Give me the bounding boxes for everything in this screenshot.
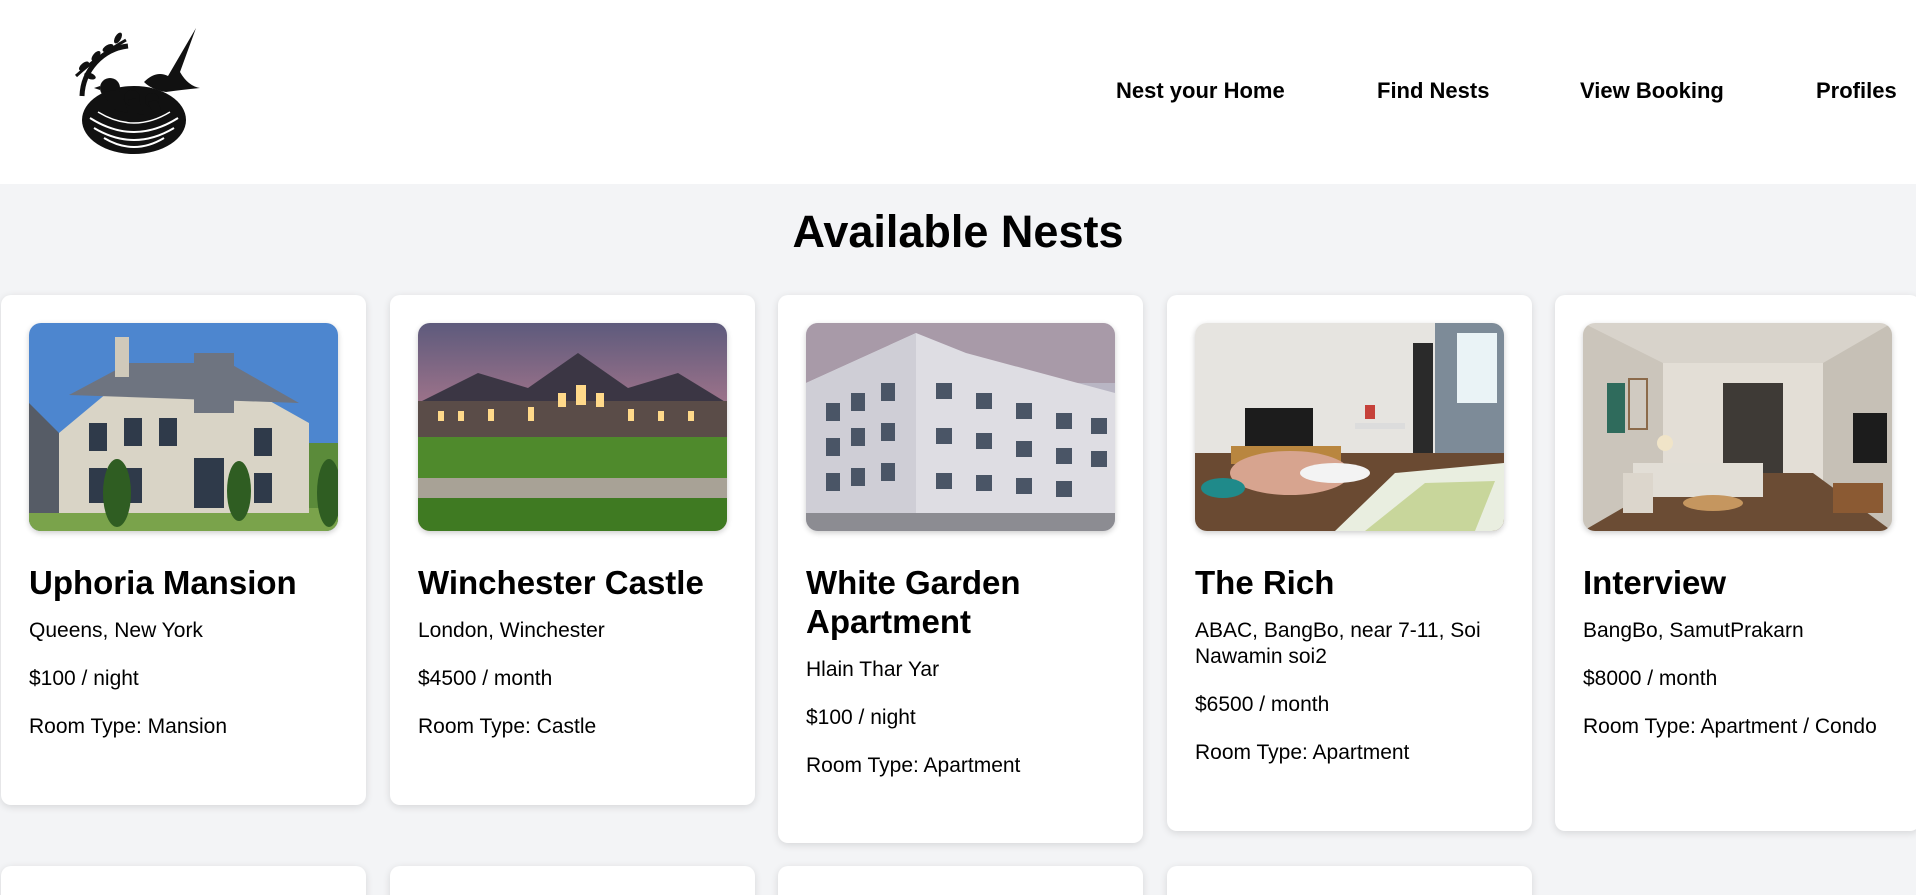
listing-name: The Rich (1195, 564, 1335, 601)
listing-card[interactable] (778, 866, 1143, 895)
listing-name: White Garden Apartment (806, 564, 1021, 640)
nav-view-booking[interactable]: View Booking (1580, 78, 1724, 104)
listing-name: Uphoria Mansion (29, 564, 297, 601)
listing-price: $100 / night (29, 667, 139, 690)
listing-name: Interview (1583, 564, 1727, 601)
listing-location: ABAC, BangBo, near 7-11, Soi Nawamin soi… (1195, 619, 1481, 668)
bird-nest-logo-icon[interactable] (68, 26, 200, 158)
condo-interior-photo (1583, 323, 1892, 531)
listing-location: Queens, New York (29, 619, 203, 642)
listing-card[interactable] (390, 866, 755, 895)
listing-price: $6500 / month (1195, 693, 1330, 716)
listing-price: $8000 / month (1583, 667, 1718, 690)
site-header: Nest your Home Find Nests View Booking P… (0, 0, 1916, 184)
listing-card[interactable]: White Garden Apartment Hlain Thar Yar $1… (778, 295, 1143, 843)
listing-location: BangBo, SamutPrakarn (1583, 619, 1804, 642)
listing-room-type: Room Type: Apartment / Condo (1583, 715, 1877, 738)
listing-name: Winchester Castle (418, 564, 704, 601)
listing-card[interactable]: Interview BangBo, SamutPrakarn $8000 / m… (1555, 295, 1916, 831)
nav-profiles[interactable]: Profiles (1816, 78, 1897, 104)
nav-find-nests[interactable]: Find Nests (1377, 78, 1489, 104)
listing-card[interactable]: The Rich ABAC, BangBo, near 7-11, Soi Na… (1167, 295, 1532, 831)
apartment-building-photo (806, 323, 1115, 531)
living-room-photo (1195, 323, 1504, 531)
listing-card[interactable]: Uphoria Mansion Queens, New York $100 / … (1, 295, 366, 805)
page-title: Available Nests (792, 206, 1124, 257)
listing-room-type: Room Type: Apartment (806, 754, 1021, 777)
listing-card[interactable]: Winchester Castle London, Winchester $45… (390, 295, 755, 805)
listing-card[interactable] (1, 866, 366, 895)
listing-room-type: Room Type: Castle (418, 715, 597, 738)
listing-price: $100 / night (806, 706, 916, 729)
nav-nest-your-home[interactable]: Nest your Home (1116, 78, 1285, 104)
listing-location: London, Winchester (418, 619, 605, 642)
listing-card[interactable] (1167, 866, 1532, 895)
castle-photo (418, 323, 727, 531)
listing-price: $4500 / month (418, 667, 553, 690)
listing-location: Hlain Thar Yar (806, 658, 940, 681)
listing-room-type: Room Type: Apartment (1195, 741, 1410, 764)
mansion-photo (29, 323, 338, 531)
listing-room-type: Room Type: Mansion (29, 715, 228, 738)
